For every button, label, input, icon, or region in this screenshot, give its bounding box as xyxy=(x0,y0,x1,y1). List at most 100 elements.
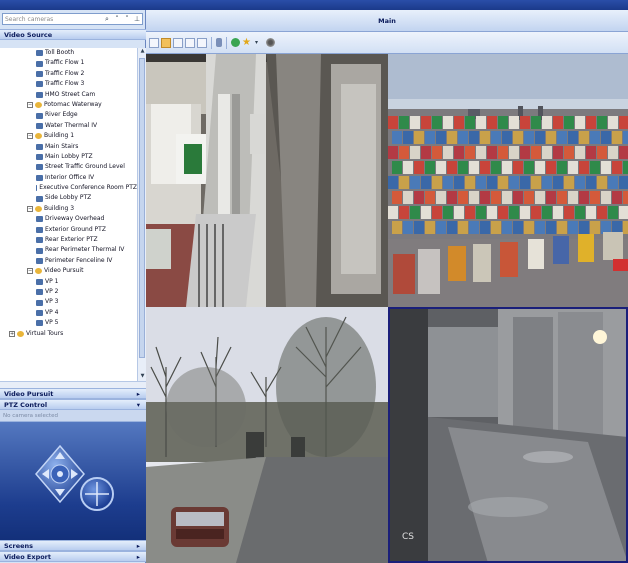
container-stack xyxy=(480,131,490,144)
section-screens[interactable]: Screens ▸ xyxy=(0,540,146,551)
search-down-icon[interactable]: ˅ xyxy=(122,15,132,23)
video-tile-walkway[interactable] xyxy=(146,54,388,307)
toolbar-divider xyxy=(226,36,227,49)
tree-group-item[interactable]: − Building 1 xyxy=(0,131,137,141)
tree-camera-item[interactable]: Interior Office IV xyxy=(0,173,137,183)
tree-group-item[interactable]: − Video Pursuit xyxy=(0,266,137,276)
tree-item-label: VP 4 xyxy=(45,308,59,316)
search-up-icon[interactable]: ˄ xyxy=(112,15,122,23)
video-tile-container-yard[interactable] xyxy=(388,54,628,307)
layout-custom-icon[interactable] xyxy=(197,37,207,48)
tree-camera-item[interactable]: VP 5 xyxy=(0,318,137,328)
expand-toggle-icon[interactable]: − xyxy=(27,133,33,140)
tree-hscrollbar[interactable] xyxy=(0,381,146,388)
section-video-pursuit-label: Video Pursuit xyxy=(4,390,54,398)
tree-camera-item[interactable]: Street Traffic Ground Level xyxy=(0,162,137,172)
camera-icon xyxy=(36,143,43,150)
tree-camera-item[interactable]: VP 2 xyxy=(0,287,137,297)
container-stack xyxy=(436,161,446,174)
video-tile-warehouse-rain[interactable]: CS xyxy=(388,307,628,563)
tree-camera-item[interactable]: Exterior Ground PTZ xyxy=(0,225,137,235)
section-video-pursuit[interactable]: Video Pursuit ▸ xyxy=(0,388,146,399)
container-stack xyxy=(542,116,552,129)
ptz-zoom-control[interactable] xyxy=(80,477,114,511)
container-stack xyxy=(586,176,596,189)
tree-camera-item[interactable]: VP 4 xyxy=(0,308,137,318)
section-ptz-control[interactable]: PTZ Control ▾ xyxy=(0,399,146,410)
tree-camera-item[interactable]: Rear Exterior PTZ xyxy=(0,235,137,245)
scrollbar-thumb[interactable] xyxy=(139,58,145,358)
tree-group-item[interactable]: + Virtual Tours xyxy=(0,329,137,339)
container-stack xyxy=(432,146,442,159)
container-stack xyxy=(531,146,541,159)
expand-toggle-icon[interactable]: − xyxy=(27,206,33,213)
container-stack xyxy=(601,191,611,204)
container-stack xyxy=(414,131,424,144)
container-stack xyxy=(520,206,530,219)
pin-icon[interactable]: ⊥ xyxy=(132,15,142,23)
tree-camera-item[interactable]: Toll Booth xyxy=(0,48,137,58)
section-video-export[interactable]: Video Export ▸ xyxy=(0,551,146,562)
search-input[interactable]: Search cameras xyxy=(3,16,102,23)
container-stack xyxy=(509,206,519,219)
camera-icon xyxy=(36,185,38,192)
tree-item-label: VP 3 xyxy=(45,298,59,306)
tree-camera-item[interactable]: Perimeter Fenceline IV xyxy=(0,256,137,266)
tree-item-label: Executive Conference Room PTZ xyxy=(39,184,137,192)
container-stack xyxy=(414,221,424,234)
refresh-icon[interactable] xyxy=(231,38,240,47)
ptz-camera-select[interactable]: No camera selected xyxy=(0,410,146,422)
tree-camera-item[interactable]: Side Lobby PTZ xyxy=(0,193,137,203)
favorites-star-icon[interactable]: ★ xyxy=(242,37,253,48)
container-stack xyxy=(432,206,442,219)
tree-camera-item[interactable]: Traffic Flow 3 xyxy=(0,79,137,89)
container-stack xyxy=(524,131,534,144)
search-icon[interactable]: ⌕ xyxy=(102,15,112,24)
tree-camera-item[interactable]: Traffic Flow 1 xyxy=(0,58,137,68)
layout-1x1-icon[interactable] xyxy=(149,37,159,48)
dome-camera-icon[interactable] xyxy=(266,38,275,47)
toolbar-divider xyxy=(211,36,212,49)
tree-scrollbar[interactable]: ▲ ▼ xyxy=(137,48,146,381)
camera-icon xyxy=(36,70,43,77)
tree-camera-item[interactable]: Main Lobby PTZ xyxy=(0,152,137,162)
tree-camera-item[interactable]: River Edge xyxy=(0,110,137,120)
tree-camera-item[interactable]: Main Stairs xyxy=(0,142,137,152)
container-stack xyxy=(601,131,611,144)
camera-search-box[interactable]: Search cameras ⌕ ˄ ˅ ⊥ xyxy=(2,13,143,25)
lock-icon[interactable] xyxy=(216,38,222,47)
tree-camera-item[interactable]: Driveway Overhead xyxy=(0,214,137,224)
layout-4x4-icon[interactable] xyxy=(185,37,195,48)
camera-icon xyxy=(36,237,43,244)
tree-item-label: Rear Exterior PTZ xyxy=(45,236,98,244)
video-tile-driveway-trees[interactable] xyxy=(146,307,388,563)
container-stack xyxy=(447,191,457,204)
ptz-directional-pad[interactable] xyxy=(34,444,86,504)
tree-camera-item[interactable]: Executive Conference Room PTZ xyxy=(0,183,137,193)
tree-group-item[interactable]: − Potomac Waterway xyxy=(0,100,137,110)
expand-toggle-icon[interactable]: + xyxy=(9,330,15,337)
section-video-source[interactable]: Video Source xyxy=(0,29,146,40)
camera-icon xyxy=(36,226,43,233)
tree-camera-item[interactable]: Rear Perimeter Thermal IV xyxy=(0,245,137,255)
camera-tree[interactable]: Toll Booth Traffic Flow 1 Traffic Flow 2 Tr… xyxy=(0,48,137,381)
favorites-dropdown-icon[interactable]: ▾ xyxy=(255,38,260,48)
tree-camera-item[interactable]: VP 3 xyxy=(0,297,137,307)
tree-camera-item[interactable]: Traffic Flow 2 xyxy=(0,69,137,79)
tree-camera-item[interactable]: Water Thermal IV xyxy=(0,121,137,131)
tree-item-label: Interior Office IV xyxy=(45,173,95,181)
container-stack xyxy=(498,146,508,159)
layout-2x2-icon[interactable] xyxy=(161,37,171,48)
container-stack xyxy=(414,191,424,204)
tree-item-label: VP 2 xyxy=(45,287,59,295)
expand-toggle-icon[interactable]: − xyxy=(27,102,33,109)
container-stack xyxy=(436,131,446,144)
tree-group-item[interactable]: − Building 3 xyxy=(0,204,137,214)
expand-toggle-icon[interactable]: − xyxy=(27,268,33,275)
tree-camera-item[interactable]: HMO Street Cam xyxy=(0,90,137,100)
folder-icon xyxy=(35,206,42,213)
tree-camera-item[interactable]: VP 1 xyxy=(0,277,137,287)
layout-3x3-icon[interactable] xyxy=(173,37,183,48)
container-stack xyxy=(403,191,413,204)
chevron-right-icon: ▸ xyxy=(136,542,140,550)
